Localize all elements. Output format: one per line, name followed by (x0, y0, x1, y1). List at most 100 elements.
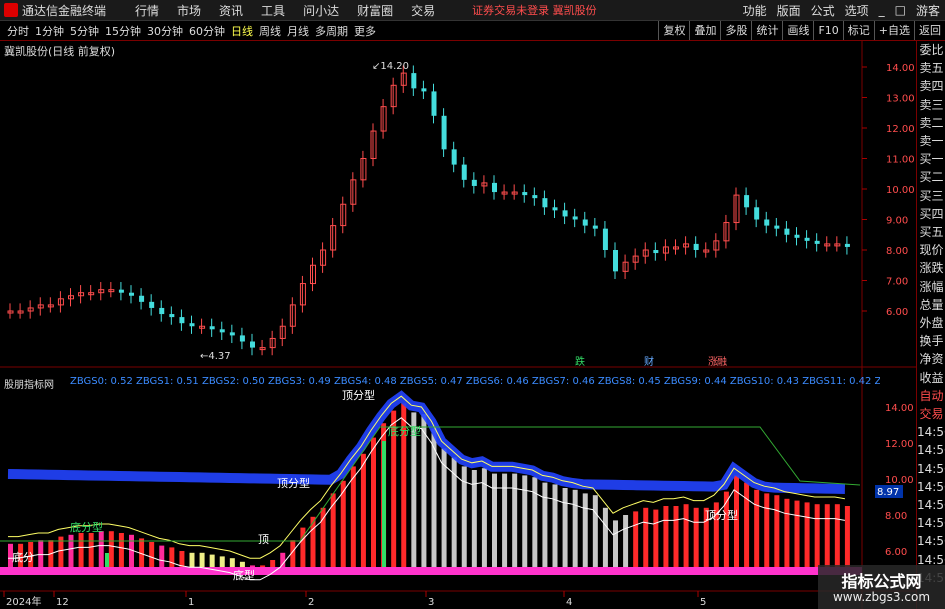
candle-down (219, 329, 225, 333)
candle-down (129, 292, 134, 296)
indicator-bar (824, 504, 830, 572)
menu-item-caifuquan[interactable]: 财富圈 (348, 2, 402, 19)
candle-down (572, 216, 578, 220)
candle-down (582, 219, 588, 226)
quote-row-3: 卖三 (919, 97, 944, 112)
period-tab-0[interactable]: 分时 (4, 23, 32, 39)
main-axis-label: 12.00 (886, 124, 915, 135)
candle-down (179, 317, 185, 324)
indicator-bar (118, 533, 124, 572)
tool-fuquan[interactable]: 复权 (658, 21, 689, 40)
tool-zixuan[interactable]: +自选 (873, 21, 914, 40)
candle-down (653, 250, 659, 254)
quote-row-14: 总量 (919, 297, 944, 312)
indicator-bar (613, 520, 618, 572)
tool-fanhui[interactable]: 返回 (914, 21, 945, 40)
menu-item-jiaoyi[interactable]: 交易 (402, 2, 444, 19)
candle-down (229, 332, 235, 336)
quote-row-27: 14:56 (917, 534, 945, 549)
quote-row-17: 净资 (919, 352, 944, 367)
pattern-label: 底型 (233, 568, 255, 582)
candle-down (169, 314, 175, 318)
guest-label[interactable]: 游客 (911, 2, 945, 19)
indicator-bar (602, 507, 608, 572)
chart-area[interactable]: 14.00 13.00 12.00 11.00 10.00 9.00 8.00 7.00 6.0… (0, 41, 916, 609)
quote-row-25: 14:56 (917, 498, 945, 513)
event-marker: 财 (644, 355, 654, 368)
candle-down (441, 115, 447, 150)
menu-item-xuanxiang[interactable]: 选项 (840, 2, 874, 19)
sub-axis-label: 14.00 (885, 403, 914, 414)
indicator-bar (108, 531, 114, 572)
quote-row-21: 14:56 (917, 425, 945, 440)
tool-diejia[interactable]: 叠加 (689, 21, 720, 40)
tool-huaxian[interactable]: 画线 (782, 21, 813, 40)
app-logo-icon (4, 3, 18, 17)
menu-item-minimize-icon[interactable]: _ (874, 3, 890, 17)
candle-down (471, 179, 477, 186)
period-tab-3[interactable]: 15分钟 (102, 23, 144, 39)
indicator-bar (562, 488, 568, 572)
candle-down (209, 326, 215, 330)
menu-item-gongshi[interactable]: 公式 (806, 2, 840, 19)
menu-item-gongneng[interactable]: 功能 (738, 2, 772, 19)
menu-item-gongju[interactable]: 工具 (252, 2, 294, 19)
period-tab-5[interactable]: 60分钟 (186, 23, 228, 39)
tool-biaoji[interactable]: 标记 (842, 21, 874, 40)
indicator-bar (320, 507, 326, 572)
period-tab-2[interactable]: 5分钟 (67, 23, 102, 39)
indicator-bar (471, 470, 477, 572)
menu-item-banmian[interactable]: 版面 (772, 2, 806, 19)
period-tab-6[interactable]: 日线 (228, 23, 256, 39)
menu-item-zixun[interactable]: 资讯 (210, 2, 252, 19)
candle-down (784, 228, 790, 235)
menu-item-shichang[interactable]: 市场 (168, 2, 210, 19)
quote-row-7: 买二 (919, 170, 944, 185)
period-tab-10[interactable]: 更多 (351, 23, 379, 39)
watermark-title: 指标公式网 (841, 572, 922, 591)
quote-row-19: 自动 (919, 388, 944, 403)
candle-down (744, 195, 750, 208)
candle-down (189, 323, 195, 327)
tool-duogu[interactable]: 多股 (720, 21, 751, 40)
indicator-bar (754, 489, 760, 572)
candle-down (532, 195, 538, 199)
quote-row-6: 买一 (919, 152, 944, 167)
period-tabs: 分时 1分钟 5分钟 15分钟 30分钟 60分钟 日线 周线 月线 多周期 更多 (4, 23, 379, 39)
time-label: 5 (700, 597, 706, 608)
candle-down (149, 301, 155, 308)
blue-band (7, 390, 846, 494)
candle-down (693, 243, 699, 250)
period-bar: 分时 1分钟 5分钟 15分钟 30分钟 60分钟 日线 周线 月线 多周期 更多 复权 叠加 多股… (0, 21, 945, 41)
time-label: 2024年 (6, 595, 41, 608)
indicator-title: 股朋指标网 (4, 380, 54, 391)
menu-item-maximize-icon[interactable]: □ (890, 3, 911, 17)
quote-row-24: 14:56 (917, 479, 945, 494)
quote-row-9: 买四 (919, 206, 944, 221)
login-warning: 证券交易未登录 冀凯股份 (472, 4, 597, 17)
period-tab-1[interactable]: 1分钟 (32, 23, 67, 39)
main-axis-label: 8.00 (886, 246, 908, 257)
menu-item-hangqing[interactable]: 行情 (126, 2, 168, 19)
main-axis-label: 14.00 (886, 63, 915, 74)
tool-tongji[interactable]: 统计 (751, 21, 782, 40)
candle-down (764, 219, 770, 226)
main-axis-label: 13.00 (886, 94, 915, 105)
tool-f10[interactable]: F10 (813, 21, 842, 40)
price-tag: 8.97 (877, 487, 899, 498)
menu-item-wenxiaoda[interactable]: 问小达 (294, 2, 348, 19)
indicator-bar (844, 506, 850, 572)
period-tab-7[interactable]: 周线 (256, 23, 284, 39)
indicator-bar (784, 498, 790, 572)
candle-down (118, 289, 124, 293)
main-axis-label: 9.00 (886, 216, 908, 227)
quote-row-23: 14:56 (917, 461, 945, 476)
candle-down (461, 164, 467, 180)
toolbar: 复权 叠加 多股 统计 画线 F10 标记 +自选 返回 (658, 21, 945, 40)
period-tab-9[interactable]: 多周期 (312, 23, 351, 39)
indicator-bar (744, 482, 750, 572)
indicator-bar (58, 536, 64, 572)
period-tab-8[interactable]: 月线 (284, 23, 312, 39)
period-tab-4[interactable]: 30分钟 (144, 23, 186, 39)
indicator-bar (350, 466, 356, 572)
